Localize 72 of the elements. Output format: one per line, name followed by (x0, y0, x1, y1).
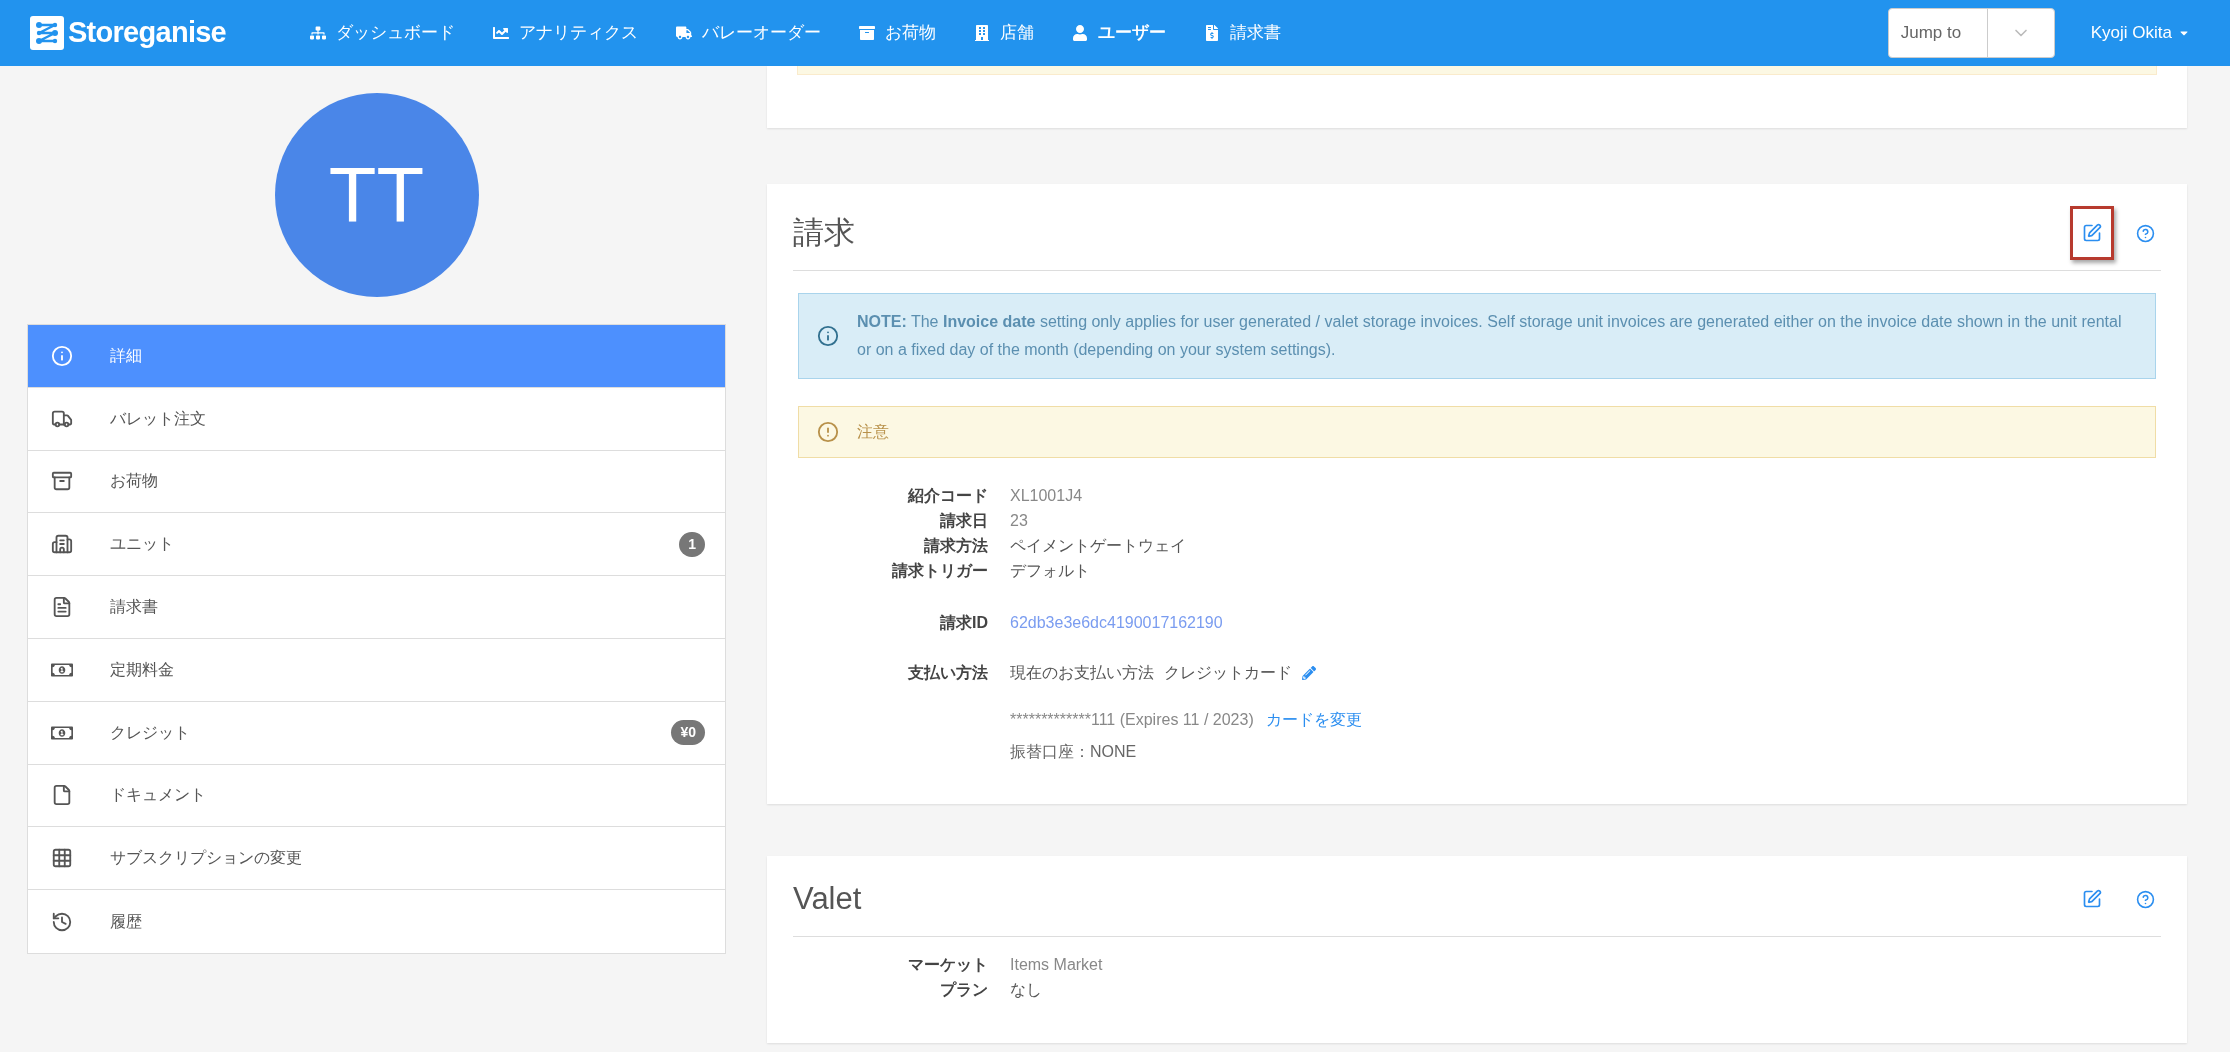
nav-link[interactable]: バレーオーダー (676, 20, 821, 46)
line-chart-icon (493, 25, 509, 41)
field-label: 請求日 (939, 511, 989, 531)
sidebar-label: クレジット (110, 722, 191, 743)
count-badge: ¥0 (671, 720, 705, 746)
grid-icon (51, 847, 73, 870)
nav-link[interactable]: ユーザー (1072, 20, 1166, 46)
history-icon (51, 910, 73, 933)
document-icon (51, 784, 73, 807)
sidebar-label: 履歴 (110, 911, 143, 932)
field-value: ペイメントゲートウェイ (1010, 536, 1186, 556)
invoice-icon (51, 596, 73, 619)
nav-link[interactable]: 請求書 (1204, 20, 1281, 46)
field-value: 23 (1010, 511, 1028, 531)
sidebar-label: 請求書 (110, 597, 159, 618)
field-label: 請求トリガー (891, 561, 989, 581)
card-number: *************111 (Expires 11 / 2023) (1010, 710, 1254, 730)
warning-text: 注意 (857, 422, 889, 442)
sidebar-label: お荷物 (110, 471, 159, 492)
building-icon (51, 533, 73, 556)
jump-to-input[interactable]: Jump to (1888, 20, 2054, 46)
field-label: 紹介コード (906, 486, 989, 506)
bank-account-text: 振替口座：NONE (1010, 742, 1138, 762)
count-badge: 1 (679, 531, 705, 557)
field-value: クレジットカード (1164, 663, 1292, 683)
field-value: Items Market (1010, 955, 1103, 975)
avatar: TT (274, 93, 479, 297)
sidebar-label: サブスクリプションの変更 (110, 848, 303, 869)
billing-id-link[interactable]: 62db3e3e6dc4190017162190 (1010, 611, 1223, 635)
info-icon (817, 325, 839, 347)
field-label: 支払い方法 (907, 663, 989, 683)
edit-icon (2082, 889, 2102, 909)
change-card-link[interactable]: カードを変更 (1265, 708, 1362, 732)
truck-icon (676, 25, 692, 41)
field-value: デフォルト (1010, 561, 1090, 581)
field-label: プラン (939, 980, 989, 1000)
building-icon (974, 25, 990, 41)
sidebar-label: ドキュメント (110, 785, 207, 806)
jump-to-select[interactable]: Jump to (1887, 8, 2055, 58)
help-icon[interactable] (2136, 889, 2155, 909)
archive-box-icon (859, 25, 875, 41)
sitemap-icon (310, 25, 326, 41)
invoice-icon (1204, 25, 1220, 41)
nav-link[interactable]: 店舗 (974, 20, 1034, 46)
sidebar-item[interactable]: 詳細 (28, 325, 725, 388)
user-icon (1072, 25, 1088, 41)
archive-box-icon (51, 470, 73, 493)
sidebar-label: ユニット (110, 534, 175, 555)
nav-link[interactable]: ダッシュボード (310, 20, 455, 46)
sidebar-label: 詳細 (110, 345, 143, 366)
edit-button[interactable] (2070, 206, 2114, 260)
pencil-icon[interactable] (1302, 666, 1316, 680)
field-value: 現在のお支払い方法 (1010, 663, 1154, 683)
info-icon (51, 344, 73, 367)
field-value: なし (1010, 980, 1042, 1000)
help-icon[interactable] (2136, 223, 2155, 243)
nav-link[interactable]: お荷物 (859, 20, 936, 46)
note-text: NOTE: The Invoice date setting only applies for user generated / valet storage invoices. Self storage unit invoices are generated either on the invoice date shown in the unit rental or on a fixed day of the month (depending on your system settings). (857, 312, 2123, 360)
field-label: 請求方法 (923, 536, 989, 556)
logo-icon (30, 16, 64, 50)
sidebar-label: バレット注文 (110, 408, 207, 429)
edit-icon (2082, 223, 2102, 243)
warning-icon (817, 421, 839, 443)
field-label: 請求ID (939, 613, 989, 633)
user-menu[interactable]: Kyoji Okita (2090, 20, 2190, 46)
card-title: Valet (793, 879, 862, 918)
field-value: XL1001J4 (1010, 486, 1083, 506)
brand-name[interactable]: Storeganise (68, 11, 227, 55)
card-title: 請求 (793, 213, 855, 252)
field-label: マーケット (907, 955, 989, 975)
sidebar-label: 定期料金 (110, 659, 175, 680)
nav-link[interactable]: アナリティクス (493, 20, 638, 46)
